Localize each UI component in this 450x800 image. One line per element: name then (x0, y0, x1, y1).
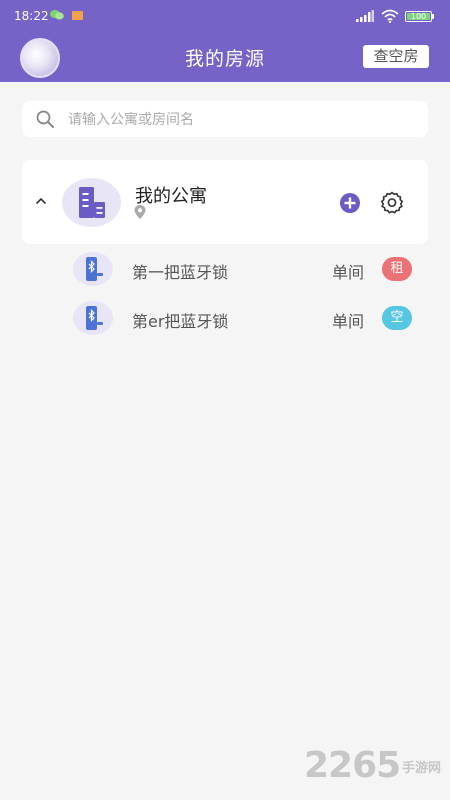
message-icon (72, 11, 83, 20)
battery-icon: 100 (405, 11, 432, 22)
gear-icon[interactable] (380, 191, 404, 215)
watermark-text: 手游网 (402, 761, 442, 776)
wifi-icon (381, 9, 399, 23)
add-icon[interactable] (339, 192, 361, 214)
wechat-icon (50, 10, 64, 20)
lock-list-item[interactable]: 第er把蓝牙锁 单间 空 (0, 299, 450, 339)
status-badge-vacant: 空 (382, 306, 412, 330)
lock-icon-badge (73, 301, 113, 335)
header-bar: 18:22 100 我的房源 查空房 (0, 0, 450, 82)
apartment-icon-badge (62, 178, 121, 227)
status-bar: 18:22 100 (0, 0, 450, 34)
lock-name: 第一把蓝牙锁 (132, 263, 229, 282)
bluetooth-lock-icon (86, 257, 103, 281)
battery-tip (432, 14, 434, 19)
battery-text: 100 (410, 12, 427, 21)
room-type: 单间 (332, 263, 365, 282)
bluetooth-lock-icon (86, 306, 103, 330)
search-input[interactable] (66, 101, 420, 139)
building-icon (79, 187, 105, 218)
room-type: 单间 (332, 312, 365, 331)
lock-list-item[interactable]: 第一把蓝牙锁 单间 租 (0, 250, 450, 290)
lock-icon-badge (73, 252, 113, 286)
apartment-card[interactable]: 我的公寓 (22, 160, 428, 244)
watermark-logo: 2265 手游网 (304, 745, 444, 790)
check-vacancy-button[interactable]: 查空房 (363, 45, 429, 68)
lock-name: 第er把蓝牙锁 (132, 312, 229, 331)
signal-icon (356, 10, 374, 22)
search-icon (36, 110, 54, 128)
location-pin-icon (134, 205, 146, 219)
status-badge-rented: 租 (382, 257, 412, 281)
watermark-number: 2265 (304, 745, 401, 786)
status-time: 18:22 (14, 9, 49, 23)
search-box[interactable] (22, 101, 428, 139)
chevron-up-icon[interactable] (35, 196, 47, 206)
